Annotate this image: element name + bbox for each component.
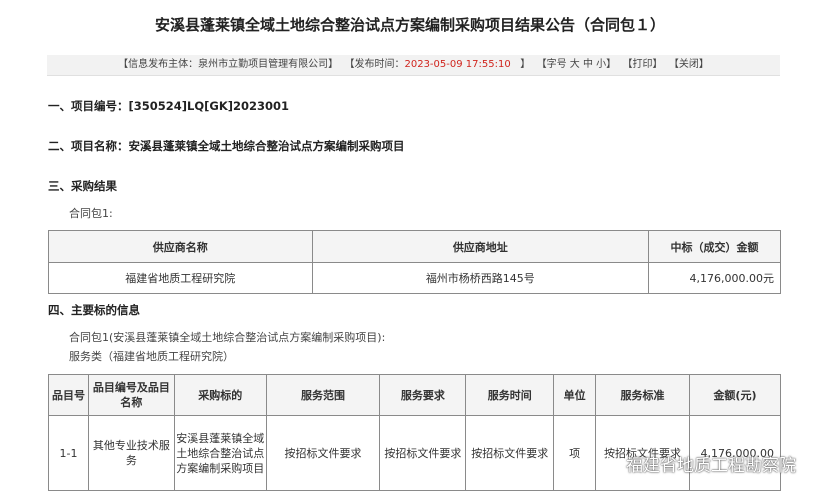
header-procurement-subject: 采购标的 xyxy=(173,374,267,416)
header-award-amount: 中标（成交）金额 xyxy=(648,230,781,263)
cell-procurement-subject: 安溪县蓬莱镇全域土地综合整治试点方案编制采购项目 xyxy=(173,415,267,491)
header-unit: 单位 xyxy=(553,374,597,416)
header-item-no: 品目号 xyxy=(48,374,89,416)
publisher-value: 泉州市立勤项目管理有限公司】 xyxy=(198,59,339,70)
cell-service-requirement: 按招标文件要求 xyxy=(379,415,467,491)
header-supplier-address: 供应商地址 xyxy=(311,230,650,263)
header-service-requirement: 服务要求 xyxy=(379,374,467,416)
table-row: 福建省地质工程研究院 福州市杨桥西路145号 4,176,000.00元 xyxy=(48,262,781,294)
section-result-heading: 三、采购结果 xyxy=(48,179,117,193)
cell-service-scope: 按招标文件要求 xyxy=(265,415,381,491)
publish-time-label: 【发布时间： xyxy=(344,59,405,70)
cell-item-no: 1-1 xyxy=(48,415,89,491)
cell-award-amount: 4,176,000.00元 xyxy=(648,262,781,294)
section-project-number: 一、项目编号：[350524]LQ[GK]2023001 xyxy=(48,99,289,113)
header-service-standard: 服务标准 xyxy=(595,374,690,416)
section-main-items-heading: 四、主要标的信息 xyxy=(48,303,140,317)
cell-supplier-name: 福建省地质工程研究院 xyxy=(48,262,313,294)
cell-item-code-name: 其他专业技术服务 xyxy=(87,415,175,491)
page-title: 安溪县蓬莱镇全域土地综合整治试点方案编制采购项目结果公告（合同包１） xyxy=(154,16,665,34)
contract-package-label: 合同包1: xyxy=(69,207,113,220)
section-project-name: 二、项目名称：安溪县蓬莱镇全域土地综合整治试点方案编制采购项目 xyxy=(48,139,405,153)
contract-package-description: 合同包1(安溪县蓬莱镇全域土地综合整治试点方案编制采购项目): xyxy=(69,331,386,344)
cell-service-time: 按招标文件要求 xyxy=(465,415,555,491)
font-size-control[interactable]: 【字号 大 中 小】 xyxy=(537,59,617,70)
publish-time-value: 2023-05-09 17:55:10 xyxy=(404,59,511,70)
table-header-row: 供应商名称 供应商地址 中标（成交）金额 xyxy=(48,230,781,263)
close-link[interactable]: 【关闭】 xyxy=(669,59,709,70)
result-table: 供应商名称 供应商地址 中标（成交）金额 福建省地质工程研究院 福州市杨桥西路1… xyxy=(48,230,781,294)
publish-time-suffix: 】 xyxy=(520,59,531,70)
publisher-label: 【信息发布主体： xyxy=(118,59,199,70)
header-service-scope: 服务范围 xyxy=(265,374,381,416)
print-link[interactable]: 【打印】 xyxy=(623,59,663,70)
table-header-row: 品目号 品目编号及品目名称 采购标的 服务范围 服务要求 服务时间 单位 服务标… xyxy=(48,374,782,416)
header-amount: 金额(元) xyxy=(688,374,782,416)
service-category: 服务类（福建省地质工程研究院） xyxy=(69,350,234,363)
cell-unit: 项 xyxy=(553,415,597,491)
watermark: 福建省地质工程勘察院 xyxy=(596,451,796,476)
header-item-code-name: 品目编号及品目名称 xyxy=(87,374,175,416)
wechat-icon xyxy=(596,454,620,474)
header-supplier-name: 供应商名称 xyxy=(48,230,313,263)
cell-supplier-address: 福州市杨桥西路145号 xyxy=(311,262,650,294)
watermark-text: 福建省地质工程勘察院 xyxy=(626,456,796,476)
info-bar: 【信息发布主体：泉州市立勤项目管理有限公司】 【发布时间：2023-05-09 … xyxy=(47,55,780,76)
header-service-time: 服务时间 xyxy=(465,374,555,416)
